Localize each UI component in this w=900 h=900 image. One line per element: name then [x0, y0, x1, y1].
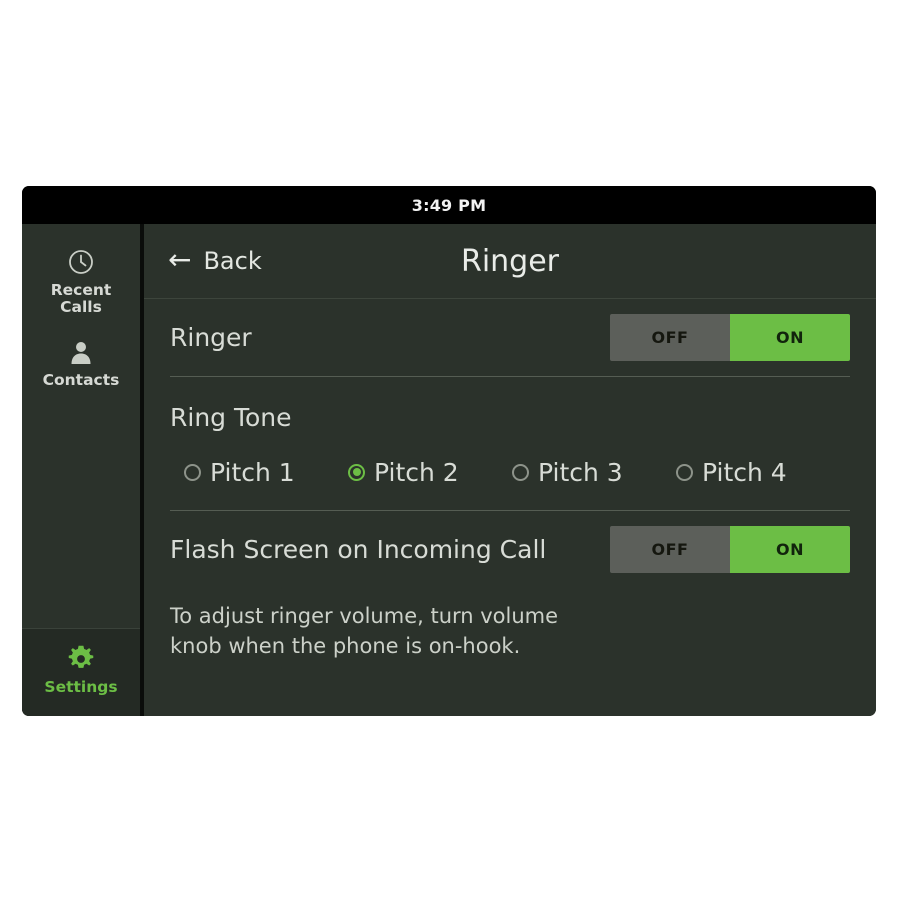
radio-pitch-3[interactable]: Pitch 3 — [512, 458, 676, 487]
status-bar: 3:49 PM — [22, 186, 876, 224]
ringer-help-text: To adjust ringer volume, turn volume kno… — [170, 604, 559, 658]
arrow-left-icon: ← — [168, 243, 192, 276]
sidebar-navigation: Recent Calls Contacts Settings — [22, 224, 144, 716]
radio-pitch-2-label: Pitch 2 — [374, 457, 459, 487]
settings-content: Ringer OFF ON Ring Tone Pitch 1 Pitch 2 … — [144, 299, 876, 716]
status-bar-time: 3:49 PM — [411, 195, 487, 215]
setting-row-flash-screen: Flash Screen on Incoming Call OFF ON — [170, 511, 850, 588]
flash-screen-toggle-off[interactable]: OFF — [610, 526, 730, 573]
person-icon — [67, 338, 95, 366]
radio-pitch-2-mark[interactable] — [348, 463, 365, 481]
sidebar-top-group: Recent Calls Contacts — [22, 224, 140, 401]
radio-pitch-1[interactable]: Pitch 1 — [184, 458, 348, 487]
setting-row-ringer: Ringer OFF ON — [170, 299, 850, 376]
phone-body: Recent Calls Contacts Settings ← Back Ri… — [22, 224, 876, 716]
sidebar-item-settings-label: Settings — [44, 677, 118, 696]
ringer-toggle-off[interactable]: OFF — [610, 314, 730, 361]
radio-pitch-3-label: Pitch 3 — [538, 457, 623, 487]
ringer-toggle[interactable]: OFF ON — [610, 314, 850, 361]
sidebar-item-recent-calls[interactable]: Recent Calls — [22, 238, 140, 328]
radio-pitch-4[interactable]: Pitch 4 — [676, 458, 840, 487]
sidebar-item-settings[interactable]: Settings — [22, 627, 140, 716]
radio-pitch-2[interactable]: Pitch 2 — [348, 458, 512, 487]
radio-pitch-1-label: Pitch 1 — [210, 457, 295, 487]
sidebar-item-contacts[interactable]: Contacts — [22, 328, 140, 401]
page-header: ← Back Ringer — [144, 224, 876, 299]
radio-pitch-1-mark[interactable] — [184, 463, 201, 481]
flash-screen-toggle-on[interactable]: ON — [730, 526, 850, 573]
main-panel: ← Back Ringer Ringer OFF ON Ring Tone Pi… — [144, 224, 876, 716]
ring-tone-title: Ring Tone — [170, 403, 292, 432]
sidebar-item-contacts-label: Contacts — [42, 371, 120, 390]
phone-screen-window: 3:49 PM Recent Calls Contacts Settings ←… — [22, 186, 876, 716]
ringer-label: Ringer — [170, 323, 252, 352]
back-button-label: Back — [203, 247, 262, 275]
ringer-toggle-on[interactable]: ON — [730, 314, 850, 361]
radio-pitch-3-mark[interactable] — [512, 463, 529, 481]
radio-pitch-4-mark[interactable] — [676, 463, 693, 481]
radio-pitch-4-label: Pitch 4 — [702, 457, 787, 487]
clock-icon — [67, 248, 95, 276]
ring-tone-radio-group: Pitch 1 Pitch 2 Pitch 3 Pitch 4 — [170, 434, 850, 510]
sidebar-item-recent-calls-label: Recent Calls — [50, 281, 112, 317]
back-button[interactable]: ← Back — [168, 243, 262, 276]
gear-icon — [67, 645, 95, 673]
flash-screen-toggle[interactable]: OFF ON — [610, 526, 850, 573]
flash-screen-label: Flash Screen on Incoming Call — [170, 535, 547, 564]
